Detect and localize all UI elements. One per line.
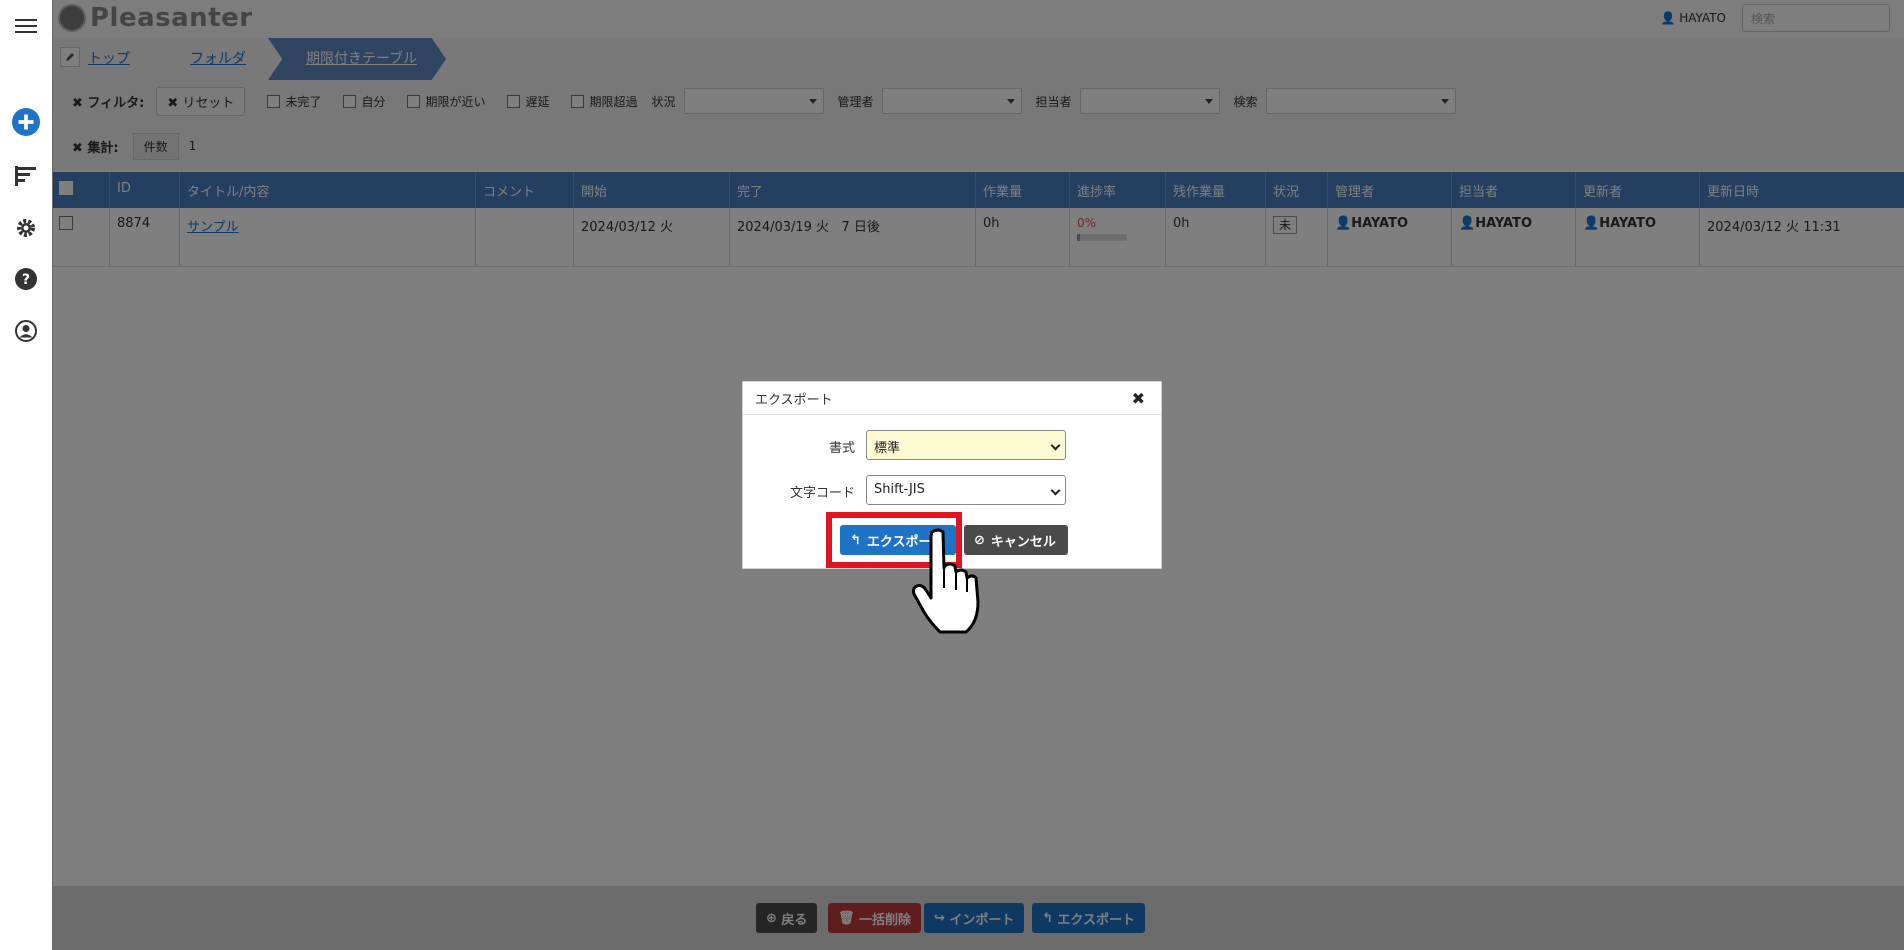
dialog-titlebar: エクスポート ✖ bbox=[743, 382, 1161, 415]
encoding-select[interactable]: Shift-JIS bbox=[866, 475, 1066, 505]
format-select[interactable]: 標準 bbox=[866, 430, 1066, 460]
hand-pointer-icon bbox=[912, 528, 980, 634]
encoding-label: 文字コード bbox=[789, 486, 855, 501]
sort-icon[interactable] bbox=[12, 162, 40, 190]
gear-icon[interactable] bbox=[12, 214, 40, 242]
plus-circle-icon[interactable] bbox=[12, 108, 40, 136]
user-icon[interactable] bbox=[12, 317, 40, 345]
help-icon[interactable]: ? bbox=[12, 265, 40, 293]
dialog-title: エクスポート bbox=[755, 393, 833, 408]
menu-icon[interactable] bbox=[12, 12, 40, 40]
format-label: 書式 bbox=[828, 441, 855, 456]
left-icon-bar: ? bbox=[0, 0, 53, 950]
svg-text:?: ? bbox=[22, 272, 30, 288]
close-icon[interactable]: ✖ bbox=[1132, 389, 1145, 408]
